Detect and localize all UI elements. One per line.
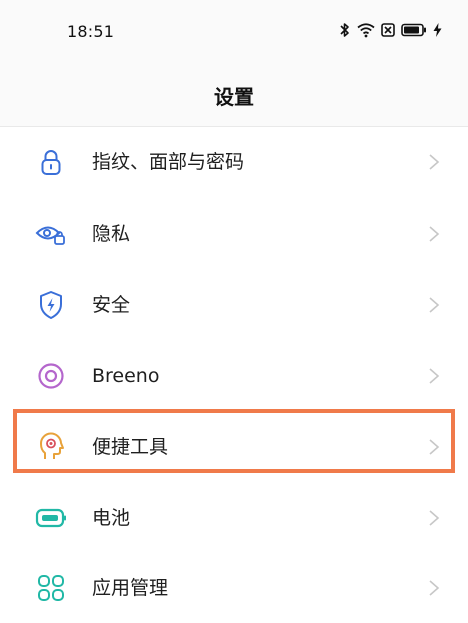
settings-item-security[interactable]: 安全 [0,270,468,340]
settings-item-label: 应用管理 [92,577,169,599]
wifi-icon [357,22,375,38]
sim-disabled-icon [381,23,395,37]
settings-item-convenience-tools[interactable]: 便捷工具 [0,412,468,482]
settings-item-label: 隐私 [92,223,131,245]
privacy-eye-lock-icon [34,217,68,251]
status-bar: 18:51 [0,0,468,64]
settings-item-label: Breeno [92,365,160,387]
settings-item-fingerprint-face-password[interactable]: 指纹、面部与密码 [0,127,468,197]
chevron-right-icon [429,297,440,313]
page-title: 设置 [214,85,254,109]
settings-item-label: 电池 [92,507,131,529]
chevron-right-icon [429,368,440,384]
settings-item-label: 便捷工具 [92,436,169,458]
chevron-right-icon [429,580,440,596]
chevron-right-icon [429,154,440,170]
page-header: 设置 [0,64,468,127]
settings-item-label: 安全 [92,294,131,316]
bluetooth-icon [339,22,351,38]
security-shield-icon [34,288,68,322]
battery-settings-icon [34,501,68,535]
status-time: 18:51 [67,22,115,41]
settings-item-battery[interactable]: 电池 [0,483,468,553]
settings-item-privacy[interactable]: 隐私 [0,199,468,269]
chevron-right-icon [429,439,440,455]
settings-item-breeno[interactable]: Breeno [0,341,468,411]
lock-icon [34,145,68,179]
status-icons [339,22,442,38]
charging-icon [433,23,442,37]
settings-item-app-management[interactable]: 应用管理 [0,553,468,623]
chevron-right-icon [429,510,440,526]
battery-icon [401,23,427,37]
settings-item-label: 指纹、面部与密码 [92,151,245,173]
chevron-right-icon [429,226,440,242]
breeno-icon [34,359,68,393]
convenience-tools-icon [34,430,68,464]
